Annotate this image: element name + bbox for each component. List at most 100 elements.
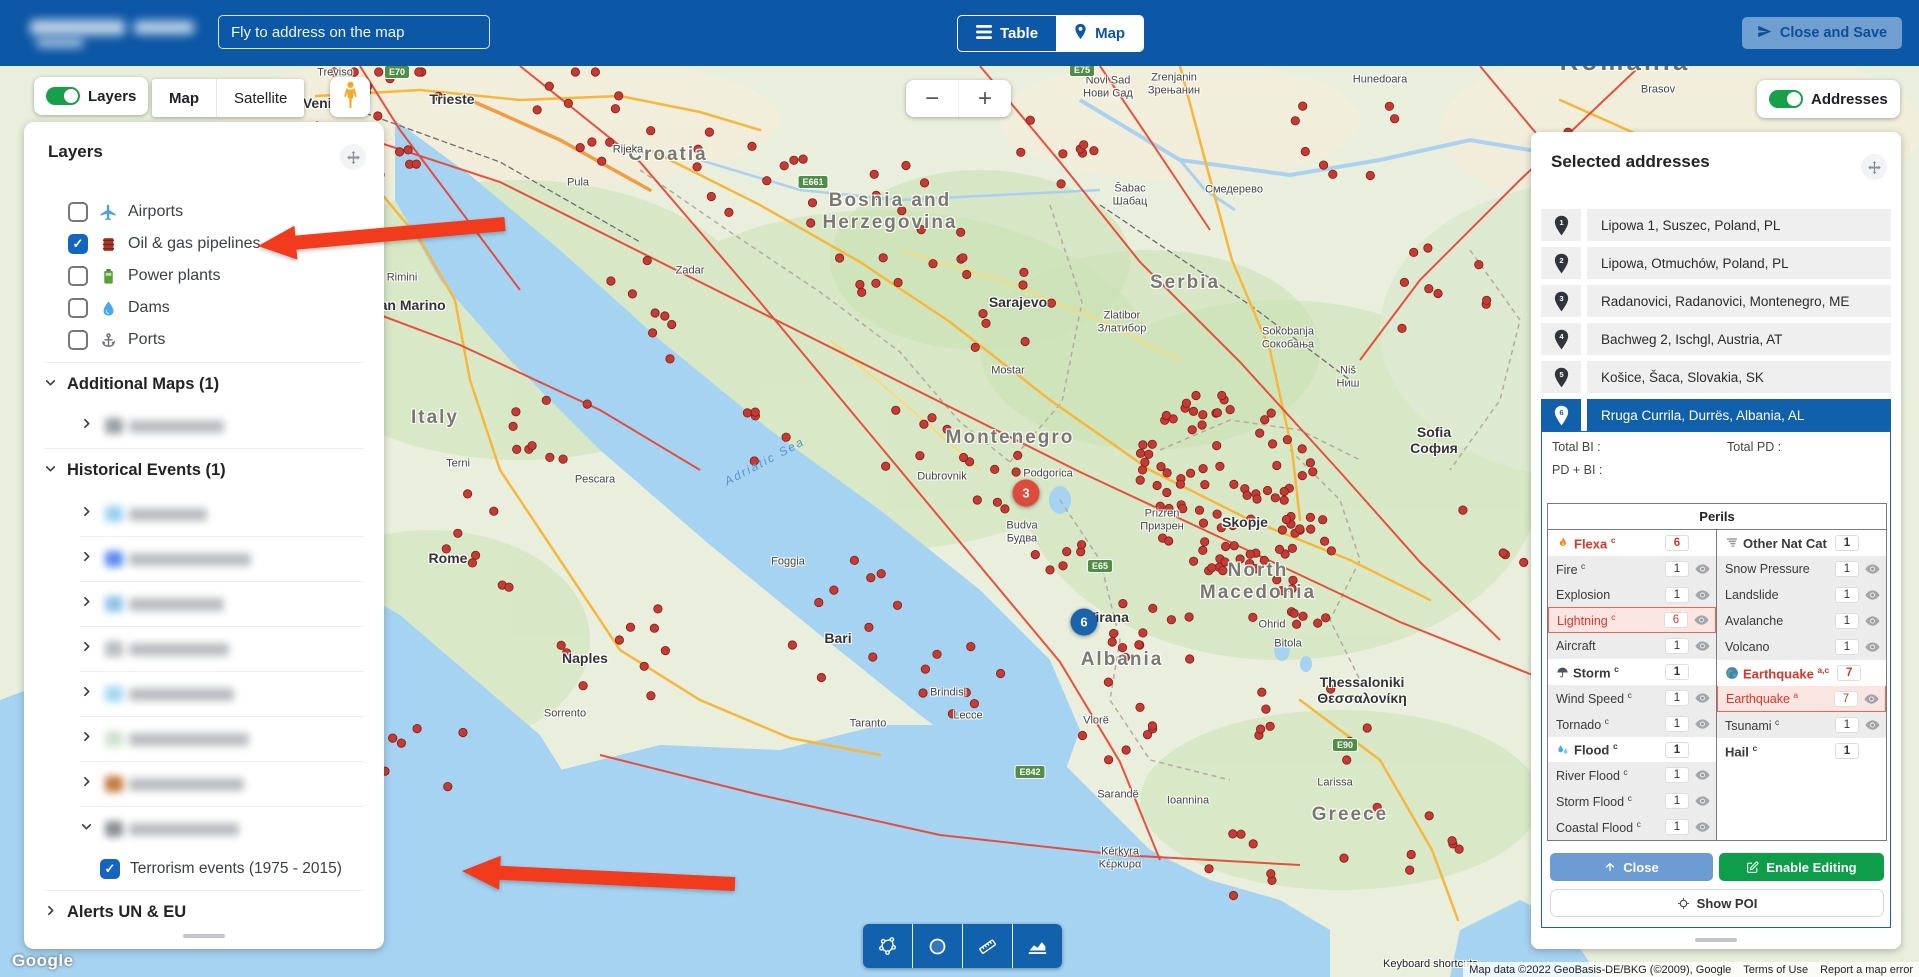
panel-resize-handle[interactable] xyxy=(183,934,225,938)
address-label: Lipowa, Otmuchów, Poland, PL xyxy=(1587,247,1891,279)
peril-label: Wind Speed c xyxy=(1556,690,1632,706)
terms-of-use-link[interactable]: Terms of Use xyxy=(1737,962,1814,977)
visibility-eye-icon[interactable] xyxy=(1863,590,1881,600)
visibility-eye-icon[interactable] xyxy=(1693,641,1711,651)
zoom-in-button[interactable]: + xyxy=(958,80,1011,117)
redacted-layer-item[interactable] xyxy=(80,627,229,671)
visibility-eye-icon[interactable] xyxy=(1693,822,1711,832)
section-alerts-un-eu[interactable]: Alerts UN & EU xyxy=(44,896,186,928)
redacted-layer-item[interactable] xyxy=(80,582,224,626)
layer-item-power-plants[interactable]: Power plants xyxy=(68,260,221,292)
peril-row-earthquake: Earthquake a,c7 xyxy=(1717,660,1886,686)
layer-checkbox[interactable]: ✓ xyxy=(68,234,88,254)
report-map-error-link[interactable]: Report a map error xyxy=(1814,962,1919,977)
polygon-tool-button[interactable] xyxy=(863,924,912,968)
search-input[interactable] xyxy=(218,15,490,49)
layer-item-terrorism-events[interactable]: ✓ Terrorism events (1975 - 2015) xyxy=(100,853,342,885)
chevron-down-icon xyxy=(80,820,93,838)
peril-value: 1 xyxy=(1665,767,1689,783)
google-logo: Google xyxy=(12,951,74,971)
redacted-layer-item[interactable] xyxy=(80,537,251,581)
address-pin-icon: 6 xyxy=(1541,399,1581,431)
redacted-content xyxy=(105,551,251,567)
redacted-layer-item[interactable] xyxy=(80,762,244,806)
map-type-map[interactable]: Map xyxy=(152,79,216,117)
redacted-icon xyxy=(105,641,123,657)
oil-barrel-icon xyxy=(98,236,118,253)
layer-checkbox[interactable] xyxy=(68,330,88,350)
cluster-marker-6[interactable]: 6 xyxy=(1071,609,1098,636)
map-view-button[interactable]: Map xyxy=(1056,16,1143,51)
visibility-eye-icon[interactable] xyxy=(1693,796,1711,806)
address-row-5[interactable]: 5Košice, Šaca, Slovakia, SK xyxy=(1541,361,1891,393)
layer-item-ports[interactable]: Ports xyxy=(68,324,165,356)
address-row-6[interactable]: 6Rruga Currila, Durrës, Albania, AL xyxy=(1541,399,1891,431)
move-panel-icon[interactable] xyxy=(340,144,366,170)
section-additional-maps[interactable]: Additional Maps (1) xyxy=(44,368,219,400)
visibility-eye-icon[interactable] xyxy=(1693,564,1711,574)
redacted-icon xyxy=(105,776,123,792)
layer-checkbox[interactable] xyxy=(68,202,88,222)
addresses-toggle[interactable]: Addresses xyxy=(1757,80,1900,118)
map-data-text: Map data ©2022 GeoBasis-DE/BKG (©2009), … xyxy=(1463,962,1737,977)
enable-editing-button[interactable]: Enable Editing xyxy=(1719,853,1884,881)
layer-checkbox[interactable] xyxy=(68,298,88,318)
visibility-eye-icon[interactable] xyxy=(1693,693,1711,703)
layer-item-dams[interactable]: Dams xyxy=(68,292,170,324)
close-button[interactable]: Close xyxy=(1550,853,1713,881)
circle-tool-button[interactable] xyxy=(912,924,962,968)
layer-item-oil-gas-pipelines[interactable]: ✓ Oil & gas pipelines xyxy=(68,228,261,260)
visibility-eye-icon[interactable] xyxy=(1863,642,1881,652)
layer-item-airports[interactable]: Airports xyxy=(68,196,183,228)
visibility-eye-icon[interactable] xyxy=(1862,694,1880,704)
peril-row-other-nat-cat: Other Nat Cat1 xyxy=(1717,530,1886,556)
ruler-tool-button[interactable] xyxy=(962,924,1012,968)
redacted-layer-item[interactable] xyxy=(80,672,234,716)
chevron-down-icon xyxy=(44,375,57,394)
redacted-layer-item[interactable] xyxy=(80,492,207,536)
address-row-2[interactable]: 2Lipowa, Otmuchów, Poland, PL xyxy=(1541,247,1891,279)
pegman-button[interactable] xyxy=(330,77,370,117)
peril-label: Flood c xyxy=(1574,741,1618,757)
table-view-button[interactable]: Table xyxy=(958,16,1056,51)
move-panel-icon[interactable] xyxy=(1861,154,1887,180)
address-detail-card: Total BI : Total PD : PD + BI : Perils F… xyxy=(1541,431,1891,928)
visibility-eye-icon[interactable] xyxy=(1693,590,1711,600)
cluster-marker-3[interactable]: 3 xyxy=(1013,480,1040,507)
redacted-layer-item[interactable] xyxy=(80,717,249,761)
address-row-1[interactable]: 1Lipowa 1, Suszec, Poland, PL xyxy=(1541,209,1891,241)
peril-label: River Flood c xyxy=(1556,767,1628,783)
terrorism-events-checkbox[interactable]: ✓ xyxy=(100,859,120,879)
visibility-eye-icon[interactable] xyxy=(1692,615,1710,625)
section-historical-events[interactable]: Historical Events (1) xyxy=(44,454,226,486)
peril-value: 1 xyxy=(1665,561,1689,577)
panel-resize-handle[interactable] xyxy=(1695,938,1737,942)
peril-row-aircraft: Aircraft1 xyxy=(1548,633,1716,659)
visibility-eye-icon[interactable] xyxy=(1693,719,1711,729)
zoom-out-button[interactable]: − xyxy=(906,80,958,117)
visibility-eye-icon[interactable] xyxy=(1863,564,1881,574)
peril-label: Avalanche xyxy=(1725,614,1783,628)
redacted-layer-item[interactable] xyxy=(80,807,239,851)
layer-checkbox[interactable] xyxy=(68,266,88,286)
visibility-eye-icon[interactable] xyxy=(1863,720,1881,730)
area-tool-button[interactable] xyxy=(1012,924,1062,968)
visibility-eye-icon[interactable] xyxy=(1693,770,1711,780)
show-poi-button[interactable]: Show POI xyxy=(1550,889,1884,917)
layer-label: Oil & gas pipelines xyxy=(128,235,261,253)
close-and-save-button[interactable]: Close and Save xyxy=(1742,17,1902,49)
visibility-eye-icon[interactable] xyxy=(1863,616,1881,626)
map-type-satellite[interactable]: Satellite xyxy=(216,79,304,117)
redacted-layer-item[interactable] xyxy=(80,404,224,448)
layers-toggle[interactable]: Layers xyxy=(34,77,148,115)
peril-row-wind-speed: Wind Speed c1 xyxy=(1548,685,1716,711)
totals-block: Total BI : Total PD : PD + BI : xyxy=(1552,440,1880,486)
anchor-icon xyxy=(98,332,118,349)
chevron-right-icon xyxy=(80,550,93,568)
peril-row-explosion: Explosion1 xyxy=(1548,582,1716,608)
address-row-4[interactable]: 4Bachweg 2, Ischgl, Austria, AT xyxy=(1541,323,1891,355)
address-label: Košice, Šaca, Slovakia, SK xyxy=(1587,361,1891,393)
layers-toggle-switch[interactable] xyxy=(46,87,80,105)
address-row-3[interactable]: 3Radanovici, Radanovici, Montenegro, ME xyxy=(1541,285,1891,317)
addresses-toggle-switch[interactable] xyxy=(1769,90,1803,108)
